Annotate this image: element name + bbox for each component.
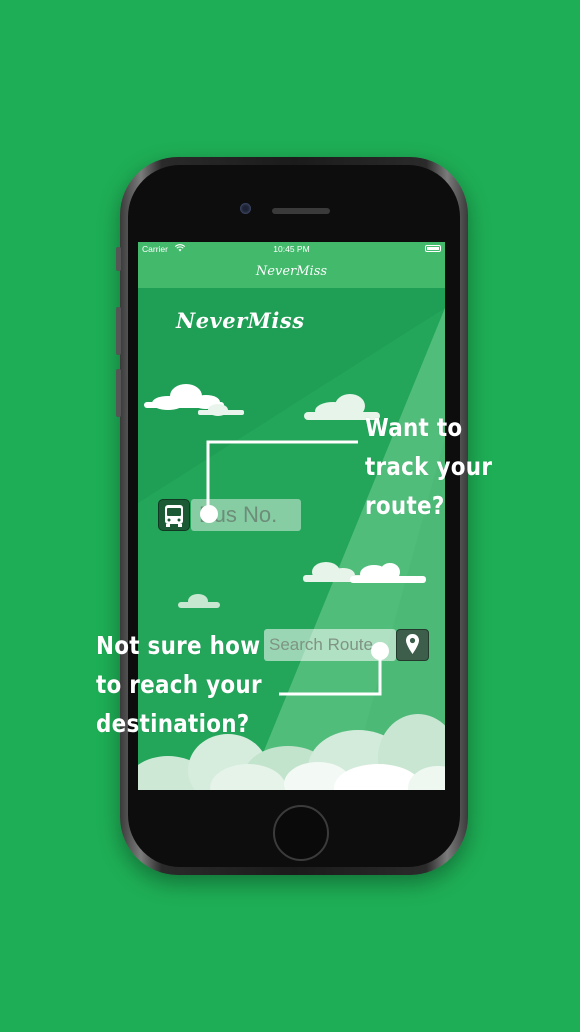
cloud-mid-left [178, 594, 220, 608]
battery-icon [425, 245, 441, 252]
callout-destination: Not sure how to reach your destination? [96, 626, 262, 743]
callout-track-line-3: route? [365, 491, 445, 520]
bus-button[interactable] [158, 499, 190, 531]
map-pin-icon [406, 634, 419, 654]
callout-track-route: Want to track your route? [365, 408, 492, 525]
front-camera [240, 203, 251, 214]
home-button[interactable] [273, 805, 329, 861]
callout-destination-line-2: to reach your [96, 670, 262, 699]
callout-track-line-2: track your [365, 452, 493, 481]
status-time: 10:45 PM [273, 244, 310, 254]
nav-bar-title: NeverMiss [138, 256, 445, 289]
callout-destination-line-3: destination? [96, 709, 250, 738]
app-logo: NeverMiss [176, 308, 305, 333]
volume-down-button [116, 369, 121, 417]
mute-switch [116, 247, 121, 271]
bus-number-input[interactable] [191, 499, 301, 531]
earpiece-speaker [272, 208, 330, 214]
callout-track-line-1: Want to [365, 413, 463, 442]
volume-up-button [116, 307, 121, 355]
callout-destination-line-1: Not sure how [96, 631, 261, 660]
search-route-input[interactable] [264, 629, 396, 661]
bus-icon [165, 505, 183, 527]
status-bar: Carrier 10:45 PM [138, 242, 445, 256]
map-pin-button[interactable] [396, 629, 429, 661]
